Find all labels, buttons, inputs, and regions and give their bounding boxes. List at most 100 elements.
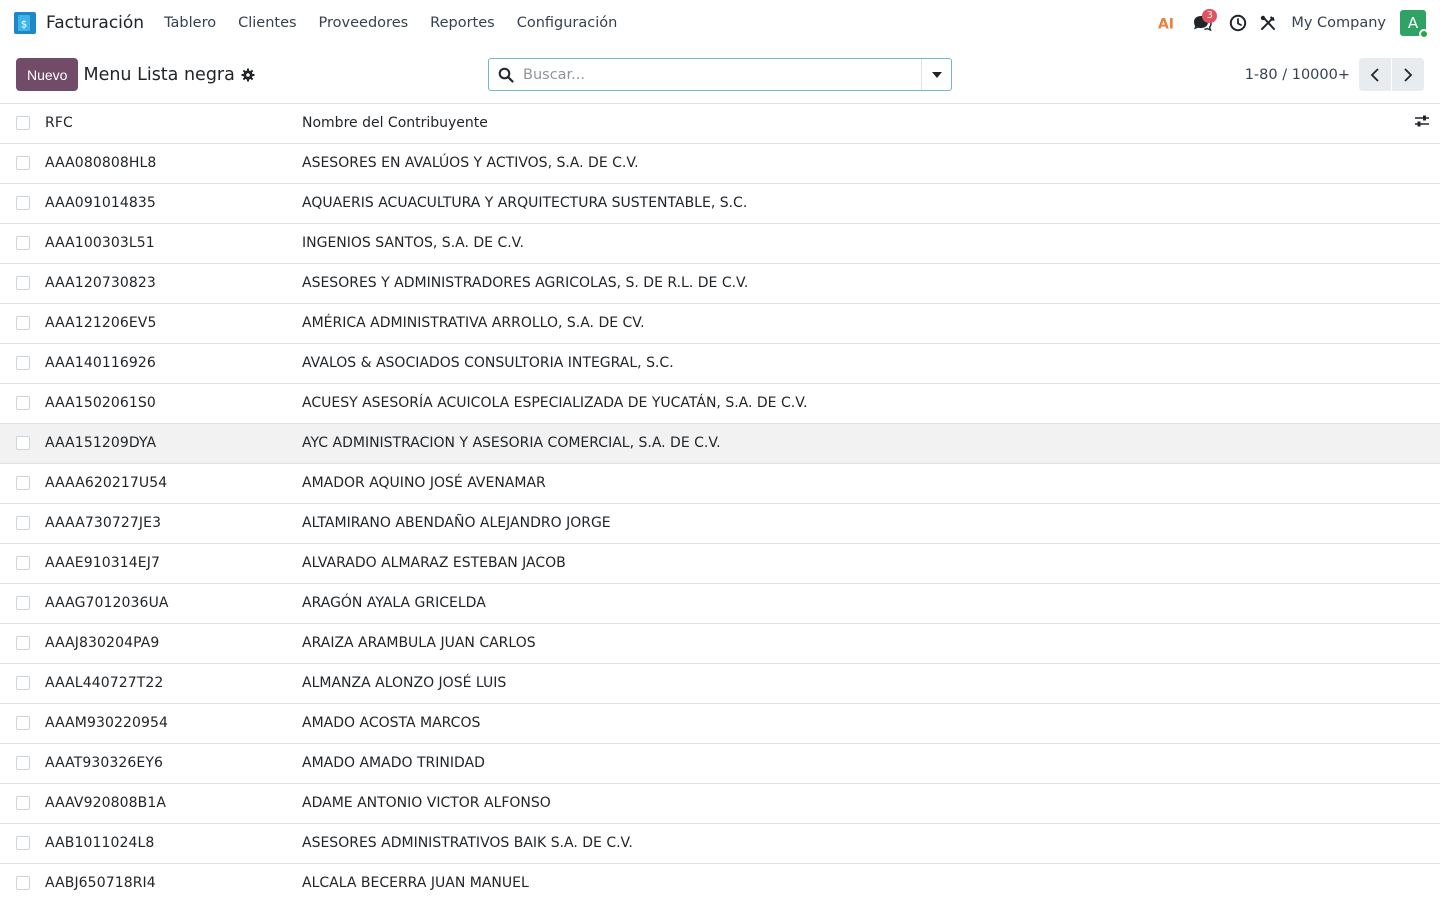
row-checkbox[interactable] (16, 156, 30, 170)
column-header-rfc[interactable]: RFC (45, 104, 302, 144)
cell-nombre[interactable]: AMADO ACOSTA MARCOS (302, 703, 1400, 744)
table-row[interactable]: AAAL440727T22 ALMANZA ALONZO JOSÉ LUIS (0, 663, 1440, 704)
row-checkbox[interactable] (16, 796, 30, 810)
table-row[interactable]: AAAM930220954 AMADO ACOSTA MARCOS (0, 703, 1440, 744)
table-row[interactable]: AAAA620217U54 AMADOR AQUINO JOSÉ AVENAMAR (0, 463, 1440, 504)
table-row[interactable]: AAA151209DYA AYC ADMINISTRACION Y ASESORI… (0, 423, 1440, 464)
row-checkbox[interactable] (16, 556, 30, 570)
user-avatar[interactable]: A (1400, 10, 1429, 39)
table-row[interactable]: AAAA730727JE3 ALTAMIRANO ABENDAÑO ALEJAND… (0, 503, 1440, 544)
cell-rfc[interactable]: AAA080808HL8 (45, 143, 302, 184)
menu-tablero[interactable]: Tablero (164, 15, 216, 31)
cell-nombre[interactable]: ASESORES Y ADMINISTRADORES AGRICOLAS, S.… (302, 263, 1400, 304)
table-row[interactable]: AAAE910314EJ7 ALVARADO ALMARAZ ESTEBAN JA… (0, 543, 1440, 584)
row-checkbox[interactable] (16, 836, 30, 850)
row-checkbox[interactable] (16, 716, 30, 730)
table-row[interactable]: AABJ650718RI4 ALCALA BECERRA JUAN MANUEL (0, 863, 1440, 900)
row-checkbox[interactable] (16, 436, 30, 450)
cell-nombre[interactable]: AQUAERIS ACUACULTURA Y ARQUITECTURA SUST… (302, 183, 1400, 224)
cell-nombre[interactable]: INGENIOS SANTOS, S.A. DE C.V. (302, 223, 1400, 264)
invoicing-app-icon[interactable]: $ (14, 12, 36, 34)
cell-nombre[interactable]: ALVARADO ALMARAZ ESTEBAN JACOB (302, 543, 1400, 584)
table-row[interactable]: AAB1011024L8 ASESORES ADMINISTRATIVOS BAI… (0, 823, 1440, 864)
row-checkbox[interactable] (16, 196, 30, 210)
cell-nombre[interactable]: ASESORES EN AVALÚOS Y ACTIVOS, S.A. DE C… (302, 143, 1400, 184)
optional-columns-toggle[interactable] (1400, 104, 1440, 144)
cell-rfc[interactable]: AAA121206EV5 (45, 303, 302, 344)
cell-nombre[interactable]: ALTAMIRANO ABENDAÑO ALEJANDRO JORGE (302, 503, 1400, 544)
pager-next-button[interactable] (1392, 58, 1424, 91)
row-checkbox[interactable] (16, 876, 30, 890)
row-checkbox[interactable] (16, 596, 30, 610)
table-row[interactable]: AAA100303L51 INGENIOS SANTOS, S.A. DE C.V… (0, 223, 1440, 264)
cell-rfc[interactable]: AAAG7012036UA (45, 583, 302, 624)
cell-nombre[interactable]: AMÉRICA ADMINISTRATIVA ARROLLO, S.A. DE … (302, 303, 1400, 344)
cell-rfc[interactable]: AAA140116926 (45, 343, 302, 384)
cell-rfc[interactable]: AAA151209DYA (45, 423, 302, 464)
search-input[interactable] (523, 66, 921, 83)
row-checkbox[interactable] (16, 636, 30, 650)
cell-nombre[interactable]: AMADO AMADO TRINIDAD (302, 743, 1400, 784)
cell-rfc[interactable]: AABJ650718RI4 (45, 863, 302, 900)
cell-nombre[interactable]: ARAGÓN AYALA GRICELDA (302, 583, 1400, 624)
table-row[interactable]: AAAT930326EY6 AMADO AMADO TRINIDAD (0, 743, 1440, 784)
cell-rfc[interactable]: AAAM930220954 (45, 703, 302, 744)
table-row[interactable]: AAA080808HL8 ASESORES EN AVALÚOS Y ACTIVO… (0, 143, 1440, 184)
gear-icon[interactable] (241, 68, 255, 82)
pager-value[interactable]: 1-80 / 10000+ (1245, 67, 1350, 83)
cell-nombre[interactable]: AMADOR AQUINO JOSÉ AVENAMAR (302, 463, 1400, 504)
company-switcher[interactable]: My Company (1291, 15, 1386, 31)
table-row[interactable]: AAA140116926 AVALOS & ASOCIADOS CONSULTOR… (0, 343, 1440, 384)
row-checkbox[interactable] (16, 396, 30, 410)
pager-previous-button[interactable] (1359, 58, 1391, 91)
table-row[interactable]: AAA121206EV5 AMÉRICA ADMINISTRATIVA ARROL… (0, 303, 1440, 344)
cell-nombre[interactable]: ASESORES ADMINISTRATIVOS BAIK S.A. DE C.… (302, 823, 1400, 864)
cell-rfc[interactable]: AAAA620217U54 (45, 463, 302, 504)
menu-configuracion[interactable]: Configuración (517, 15, 618, 31)
row-checkbox[interactable] (16, 676, 30, 690)
row-checkbox[interactable] (16, 756, 30, 770)
cell-rfc[interactable]: AAAV920808B1A (45, 783, 302, 824)
cell-nombre[interactable]: ARAIZA ARAMBULA JUAN CARLOS (302, 623, 1400, 664)
row-checkbox[interactable] (16, 356, 30, 370)
cell-nombre[interactable]: ALCALA BECERRA JUAN MANUEL (302, 863, 1400, 900)
cell-rfc[interactable]: AAA091014835 (45, 183, 302, 224)
menu-clientes[interactable]: Clientes (238, 15, 296, 31)
row-checkbox[interactable] (16, 236, 30, 250)
cell-rfc[interactable]: AAAL440727T22 (45, 663, 302, 704)
menu-reportes[interactable]: Reportes (430, 15, 495, 31)
cell-nombre[interactable]: AYC ADMINISTRACION Y ASESORIA COMERCIAL,… (302, 423, 1400, 464)
column-header-nombre[interactable]: Nombre del Contribuyente (302, 104, 1400, 144)
cell-rfc[interactable]: AAAE910314EJ7 (45, 543, 302, 584)
table-row[interactable]: AAA1502061S0 ACUESY ASESORÍA ACUICOLA ESP… (0, 383, 1440, 424)
menu-proveedores[interactable]: Proveedores (319, 15, 409, 31)
row-checkbox[interactable] (16, 316, 30, 330)
cell-nombre[interactable]: ALMANZA ALONZO JOSÉ LUIS (302, 663, 1400, 704)
cell-rfc[interactable]: AAB1011024L8 (45, 823, 302, 864)
row-checkbox[interactable] (16, 276, 30, 290)
cell-rfc[interactable]: AAA1502061S0 (45, 383, 302, 424)
table-row[interactable]: AAA091014835 AQUAERIS ACUACULTURA Y ARQUI… (0, 183, 1440, 224)
new-button[interactable]: Nuevo (16, 58, 79, 91)
row-checkbox[interactable] (16, 476, 30, 490)
cell-rfc[interactable]: AAAJ830204PA9 (45, 623, 302, 664)
app-name[interactable]: Facturación (46, 13, 144, 33)
search-options-toggle[interactable] (921, 59, 951, 90)
table-row[interactable]: AAAG7012036UA ARAGÓN AYALA GRICELDA (0, 583, 1440, 624)
messages-icon[interactable]: 3 (1187, 8, 1218, 38)
table-row[interactable]: AAA120730823 ASESORES Y ADMINISTRADORES A… (0, 263, 1440, 304)
cell-nombre[interactable]: AVALOS & ASOCIADOS CONSULTORIA INTEGRAL,… (302, 343, 1400, 384)
tools-icon[interactable] (1253, 8, 1283, 38)
activity-clock-icon[interactable] (1223, 8, 1253, 38)
cell-nombre[interactable]: ADAME ANTONIO VICTOR ALFONSO (302, 783, 1400, 824)
table-row[interactable]: AAAJ830204PA9 ARAIZA ARAMBULA JUAN CARLOS (0, 623, 1440, 664)
row-checkbox[interactable] (16, 516, 30, 530)
cell-rfc[interactable]: AAA100303L51 (45, 223, 302, 264)
cell-rfc[interactable]: AAAT930326EY6 (45, 743, 302, 784)
table-row[interactable]: AAAV920808B1A ADAME ANTONIO VICTOR ALFONS… (0, 783, 1440, 824)
ai-icon[interactable]: AI (1151, 8, 1181, 38)
cell-nombre[interactable]: ACUESY ASESORÍA ACUICOLA ESPECIALIZADA D… (302, 383, 1400, 424)
cell-rfc[interactable]: AAAA730727JE3 (45, 503, 302, 544)
select-all-checkbox[interactable] (16, 116, 30, 131)
cell-rfc[interactable]: AAA120730823 (45, 263, 302, 304)
